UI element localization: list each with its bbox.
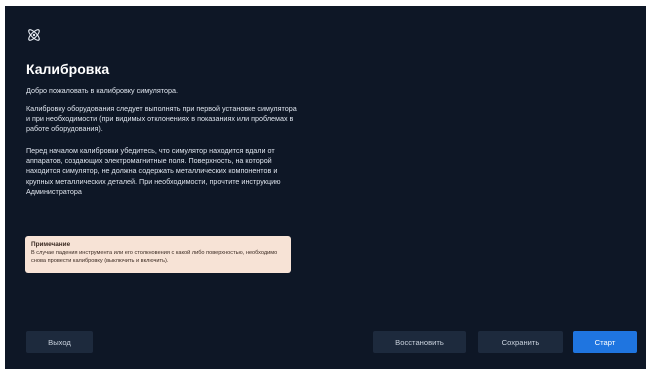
exit-button[interactable]: Выход bbox=[26, 331, 93, 353]
calibration-info-text: Калибровку оборудования следует выполнят… bbox=[26, 104, 297, 134]
calibration-requirements-text: Перед началом калибровки убедитесь, что … bbox=[26, 146, 281, 196]
start-button[interactable]: Старт bbox=[573, 331, 637, 353]
page-title: Калибровка bbox=[26, 61, 110, 77]
note-text: В случае падения инструмента или его сто… bbox=[31, 250, 278, 264]
note-box: Примечание В случае падения инструмента … bbox=[25, 236, 291, 273]
calibration-screen: Калибровка Добро пожаловать в калибровку… bbox=[5, 6, 646, 369]
note-title: Примечание bbox=[31, 241, 71, 248]
save-button[interactable]: Сохранить bbox=[478, 331, 563, 353]
welcome-text: Добро пожаловать в калибровку симулятора… bbox=[26, 86, 178, 95]
atom-icon bbox=[28, 29, 40, 41]
restore-button[interactable]: Восстановить bbox=[373, 331, 466, 353]
